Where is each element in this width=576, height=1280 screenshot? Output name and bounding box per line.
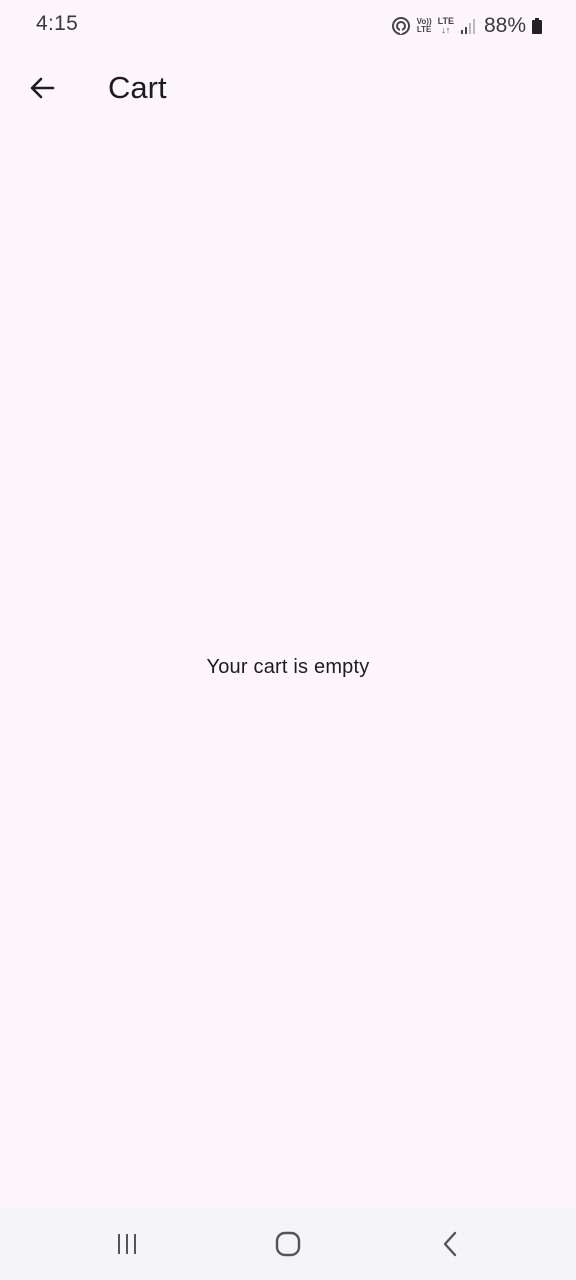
empty-cart-message: Your cart is empty xyxy=(206,656,370,678)
battery-percentage: 88% xyxy=(483,14,526,37)
home-button[interactable] xyxy=(256,1222,320,1270)
home-icon xyxy=(275,1231,301,1262)
recents-icon xyxy=(115,1232,139,1261)
page-title: Cart xyxy=(108,70,167,105)
recents-button[interactable] xyxy=(95,1222,159,1270)
back-icon xyxy=(439,1230,461,1263)
battery-icon xyxy=(532,18,542,34)
status-time: 4:15 xyxy=(36,12,79,35)
nav-back-button[interactable] xyxy=(418,1222,482,1270)
volte-bottom-label: LTE xyxy=(416,25,432,34)
hotspot-icon xyxy=(391,16,411,36)
arrow-back-icon xyxy=(28,74,56,107)
volte-icon: Vo)) LTE xyxy=(417,18,432,34)
lte-icon: LTE ↓↑ xyxy=(438,17,454,35)
lte-bottom-label: ↓↑ xyxy=(441,25,451,35)
signal-icon xyxy=(460,17,478,35)
status-icons: Vo)) LTE LTE ↓↑ 88% xyxy=(391,12,542,40)
back-button[interactable] xyxy=(18,68,66,112)
system-navigation-bar xyxy=(0,1208,576,1280)
status-bar: 4:15 Vo)) LTE LTE ↓↑ 88% xyxy=(0,0,576,50)
app-bar: Cart xyxy=(0,50,576,130)
